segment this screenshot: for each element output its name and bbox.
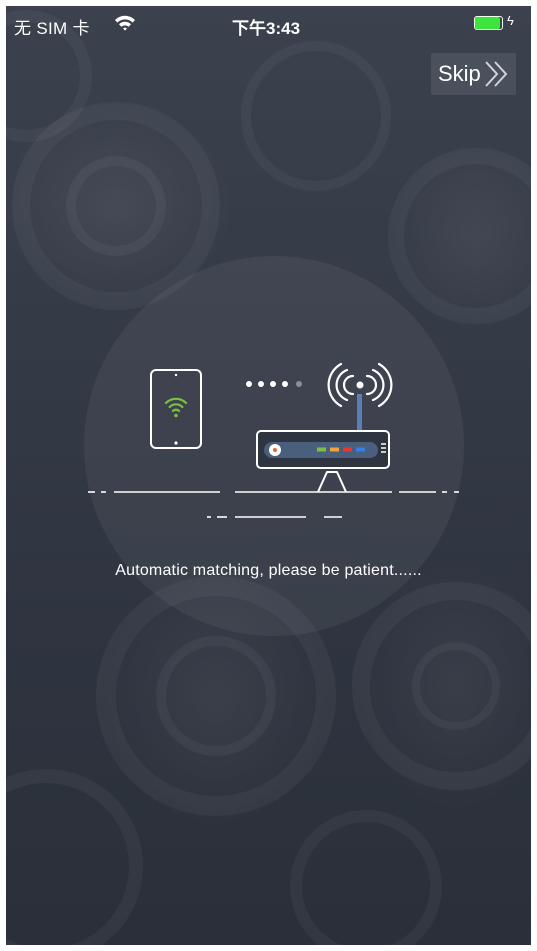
tablet-wifi-icon <box>164 397 188 413</box>
ground-lines <box>88 491 459 518</box>
router-icon <box>256 394 390 493</box>
matching-status-text: Automatic matching, please be patient...… <box>115 562 422 579</box>
tablet-icon <box>150 369 202 449</box>
app-screen: 无 SIM 卡 下午3:43 ϟ Skip Automatic matching… <box>6 6 531 945</box>
progress-dots <box>246 381 302 387</box>
pairing-illustration <box>88 362 459 518</box>
